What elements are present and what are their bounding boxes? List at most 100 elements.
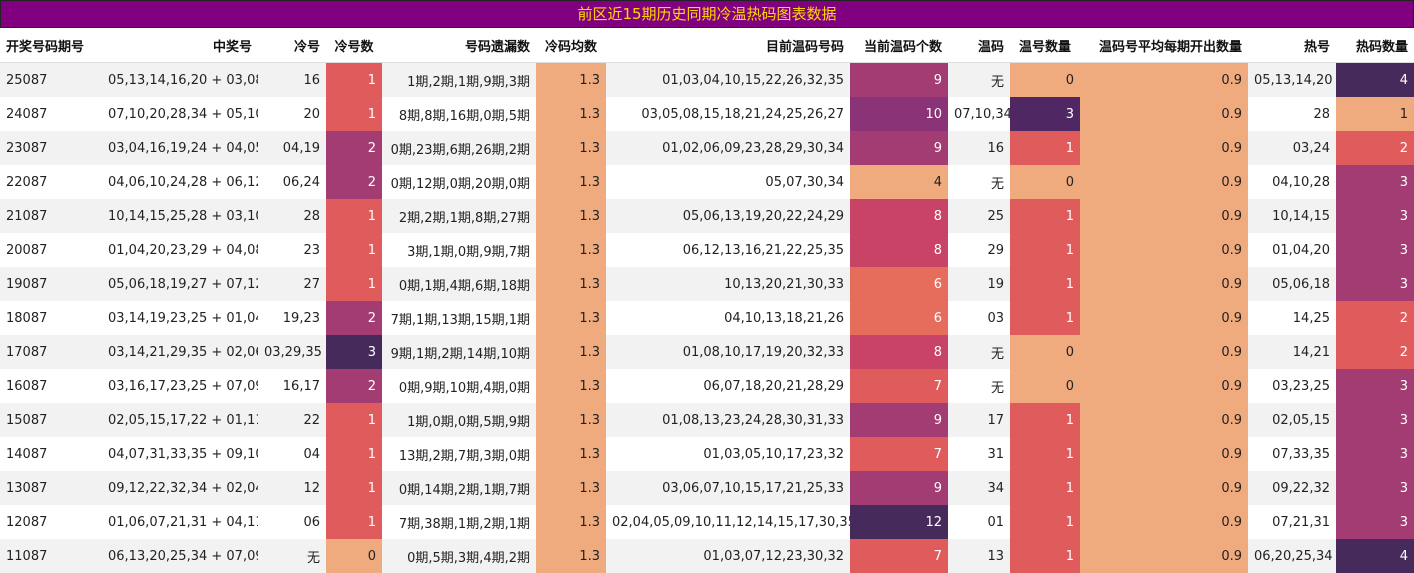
table-cell: 0期,23期,6期,26期,2期 bbox=[382, 131, 536, 165]
column-header: 冷号数 bbox=[326, 28, 382, 63]
table-cell: 0.9 bbox=[1080, 267, 1248, 301]
table-cell: 0 bbox=[1010, 165, 1080, 199]
table-cell: 29 bbox=[948, 233, 1010, 267]
table-cell: 03,23,25 bbox=[1248, 369, 1336, 403]
table-cell: 0.9 bbox=[1080, 437, 1248, 471]
table-cell: 1.3 bbox=[536, 267, 606, 301]
table-cell: 1 bbox=[326, 62, 382, 97]
table-cell: 1 bbox=[326, 267, 382, 301]
table-cell: 06,13,20,25,34 + 07,09 bbox=[102, 539, 258, 573]
table-cell: 03,06,07,10,15,17,21,25,33 bbox=[606, 471, 850, 505]
table-cell: 04,06,10,24,28 + 06,12 bbox=[102, 165, 258, 199]
table-cell: 05,06,18 bbox=[1248, 267, 1336, 301]
table-cell: 12 bbox=[258, 471, 326, 505]
column-header: 号码遗漏数 bbox=[382, 28, 536, 63]
table-cell: 14087 bbox=[0, 437, 102, 471]
column-header: 热号 bbox=[1248, 28, 1336, 63]
table-cell: 7 bbox=[850, 369, 948, 403]
table-cell: 1.3 bbox=[536, 403, 606, 437]
table-cell: 0.9 bbox=[1080, 301, 1248, 335]
table-cell: 8期,8期,16期,0期,5期 bbox=[382, 97, 536, 131]
table-cell: 06 bbox=[258, 505, 326, 539]
table-cell: 0期,9期,10期,4期,0期 bbox=[382, 369, 536, 403]
table-cell: 17 bbox=[948, 403, 1010, 437]
table-cell: 1.3 bbox=[536, 437, 606, 471]
table-row: 14087 04,07,31,33,35 + 09,10 04 1 13期,2期,7期,… bbox=[0, 437, 1414, 471]
table-cell: 0期,1期,4期,6期,18期 bbox=[382, 267, 536, 301]
column-header: 冷码均数 bbox=[536, 28, 606, 63]
table-cell: 22087 bbox=[0, 165, 102, 199]
table-cell: 12 bbox=[850, 505, 948, 539]
table-cell: 1 bbox=[326, 97, 382, 131]
table-cell: 28 bbox=[258, 199, 326, 233]
table-cell: 1 bbox=[326, 199, 382, 233]
table-cell: 1 bbox=[1010, 471, 1080, 505]
table-cell: 06,12,13,16,21,22,25,35 bbox=[606, 233, 850, 267]
table-cell: 05,13,14,20 bbox=[1248, 62, 1336, 97]
table-cell: 4 bbox=[1336, 62, 1414, 97]
table-cell: 16 bbox=[258, 62, 326, 97]
table-cell: 2 bbox=[1336, 335, 1414, 369]
table-cell: 0.9 bbox=[1080, 233, 1248, 267]
table-cell: 01,04,20 bbox=[1248, 233, 1336, 267]
table-cell: 1.3 bbox=[536, 62, 606, 97]
table-cell: 01,03,05,10,17,23,32 bbox=[606, 437, 850, 471]
table-cell: 1.3 bbox=[536, 131, 606, 165]
table-cell: 无 bbox=[948, 165, 1010, 199]
table-cell: 2 bbox=[326, 301, 382, 335]
table-cell: 15087 bbox=[0, 403, 102, 437]
table-cell: 14,25 bbox=[1248, 301, 1336, 335]
table-cell: 3 bbox=[1336, 403, 1414, 437]
table-cell: 02,05,15,17,22 + 01,11 bbox=[102, 403, 258, 437]
table-cell: 1.3 bbox=[536, 369, 606, 403]
table-cell: 19087 bbox=[0, 267, 102, 301]
table-cell: 3 bbox=[1336, 369, 1414, 403]
column-header: 温号数量 bbox=[1010, 28, 1080, 63]
table-cell: 8 bbox=[850, 233, 948, 267]
table-cell: 25 bbox=[948, 199, 1010, 233]
table-cell: 04,07,31,33,35 + 09,10 bbox=[102, 437, 258, 471]
table-cell: 1期,2期,1期,9期,3期 bbox=[382, 62, 536, 97]
table-row: 19087 05,06,18,19,27 + 07,12 27 1 0期,1期,4期,6… bbox=[0, 267, 1414, 301]
table-row: 18087 03,14,19,23,25 + 01,04 19,23 2 7期,1期,1… bbox=[0, 301, 1414, 335]
table-cell: 16087 bbox=[0, 369, 102, 403]
table-cell: 0.9 bbox=[1080, 97, 1248, 131]
table-cell: 05,13,14,16,20 + 03,08 bbox=[102, 62, 258, 97]
table-row: 21087 10,14,15,25,28 + 03,10 28 1 2期,2期,1期,8… bbox=[0, 199, 1414, 233]
table-cell: 1 bbox=[1010, 233, 1080, 267]
table-cell: 10,13,20,21,30,33 bbox=[606, 267, 850, 301]
table-cell: 04,19 bbox=[258, 131, 326, 165]
table-cell: 03,05,08,15,18,21,24,25,26,27 bbox=[606, 97, 850, 131]
table-cell: 1 bbox=[326, 437, 382, 471]
table-cell: 9期,1期,2期,14期,10期 bbox=[382, 335, 536, 369]
table-cell: 07,33,35 bbox=[1248, 437, 1336, 471]
table-cell: 2 bbox=[326, 369, 382, 403]
table-cell: 0.9 bbox=[1080, 539, 1248, 573]
table-cell: 9 bbox=[850, 471, 948, 505]
table-cell: 1 bbox=[1010, 437, 1080, 471]
table-cell: 3 bbox=[1336, 199, 1414, 233]
table-cell: 2 bbox=[1336, 131, 1414, 165]
table-cell: 25087 bbox=[0, 62, 102, 97]
table-cell: 34 bbox=[948, 471, 1010, 505]
table-cell: 0.9 bbox=[1080, 165, 1248, 199]
table-cell: 1 bbox=[1010, 131, 1080, 165]
table-cell: 1.3 bbox=[536, 505, 606, 539]
table-cell: 03,14,19,23,25 + 01,04 bbox=[102, 301, 258, 335]
column-header: 当前温码个数 bbox=[850, 28, 948, 63]
table-cell: 1 bbox=[1010, 539, 1080, 573]
column-header: 温码 bbox=[948, 28, 1010, 63]
table-row: 22087 04,06,10,24,28 + 06,12 06,24 2 0期,12期,… bbox=[0, 165, 1414, 199]
table-cell: 03,04,16,19,24 + 04,05 bbox=[102, 131, 258, 165]
table-cell: 0 bbox=[1010, 62, 1080, 97]
table-cell: 05,07,30,34 bbox=[606, 165, 850, 199]
table-cell: 0 bbox=[1010, 369, 1080, 403]
column-header: 温码号平均每期开出数量 bbox=[1080, 28, 1248, 63]
table-cell: 05,06,13,19,20,22,24,29 bbox=[606, 199, 850, 233]
table-cell: 2 bbox=[326, 131, 382, 165]
table-cell: 03,16,17,23,25 + 07,09 bbox=[102, 369, 258, 403]
table-cell: 07,21,31 bbox=[1248, 505, 1336, 539]
table-cell: 7 bbox=[850, 539, 948, 573]
table-cell: 1期,0期,0期,5期,9期 bbox=[382, 403, 536, 437]
table-cell: 8 bbox=[850, 335, 948, 369]
